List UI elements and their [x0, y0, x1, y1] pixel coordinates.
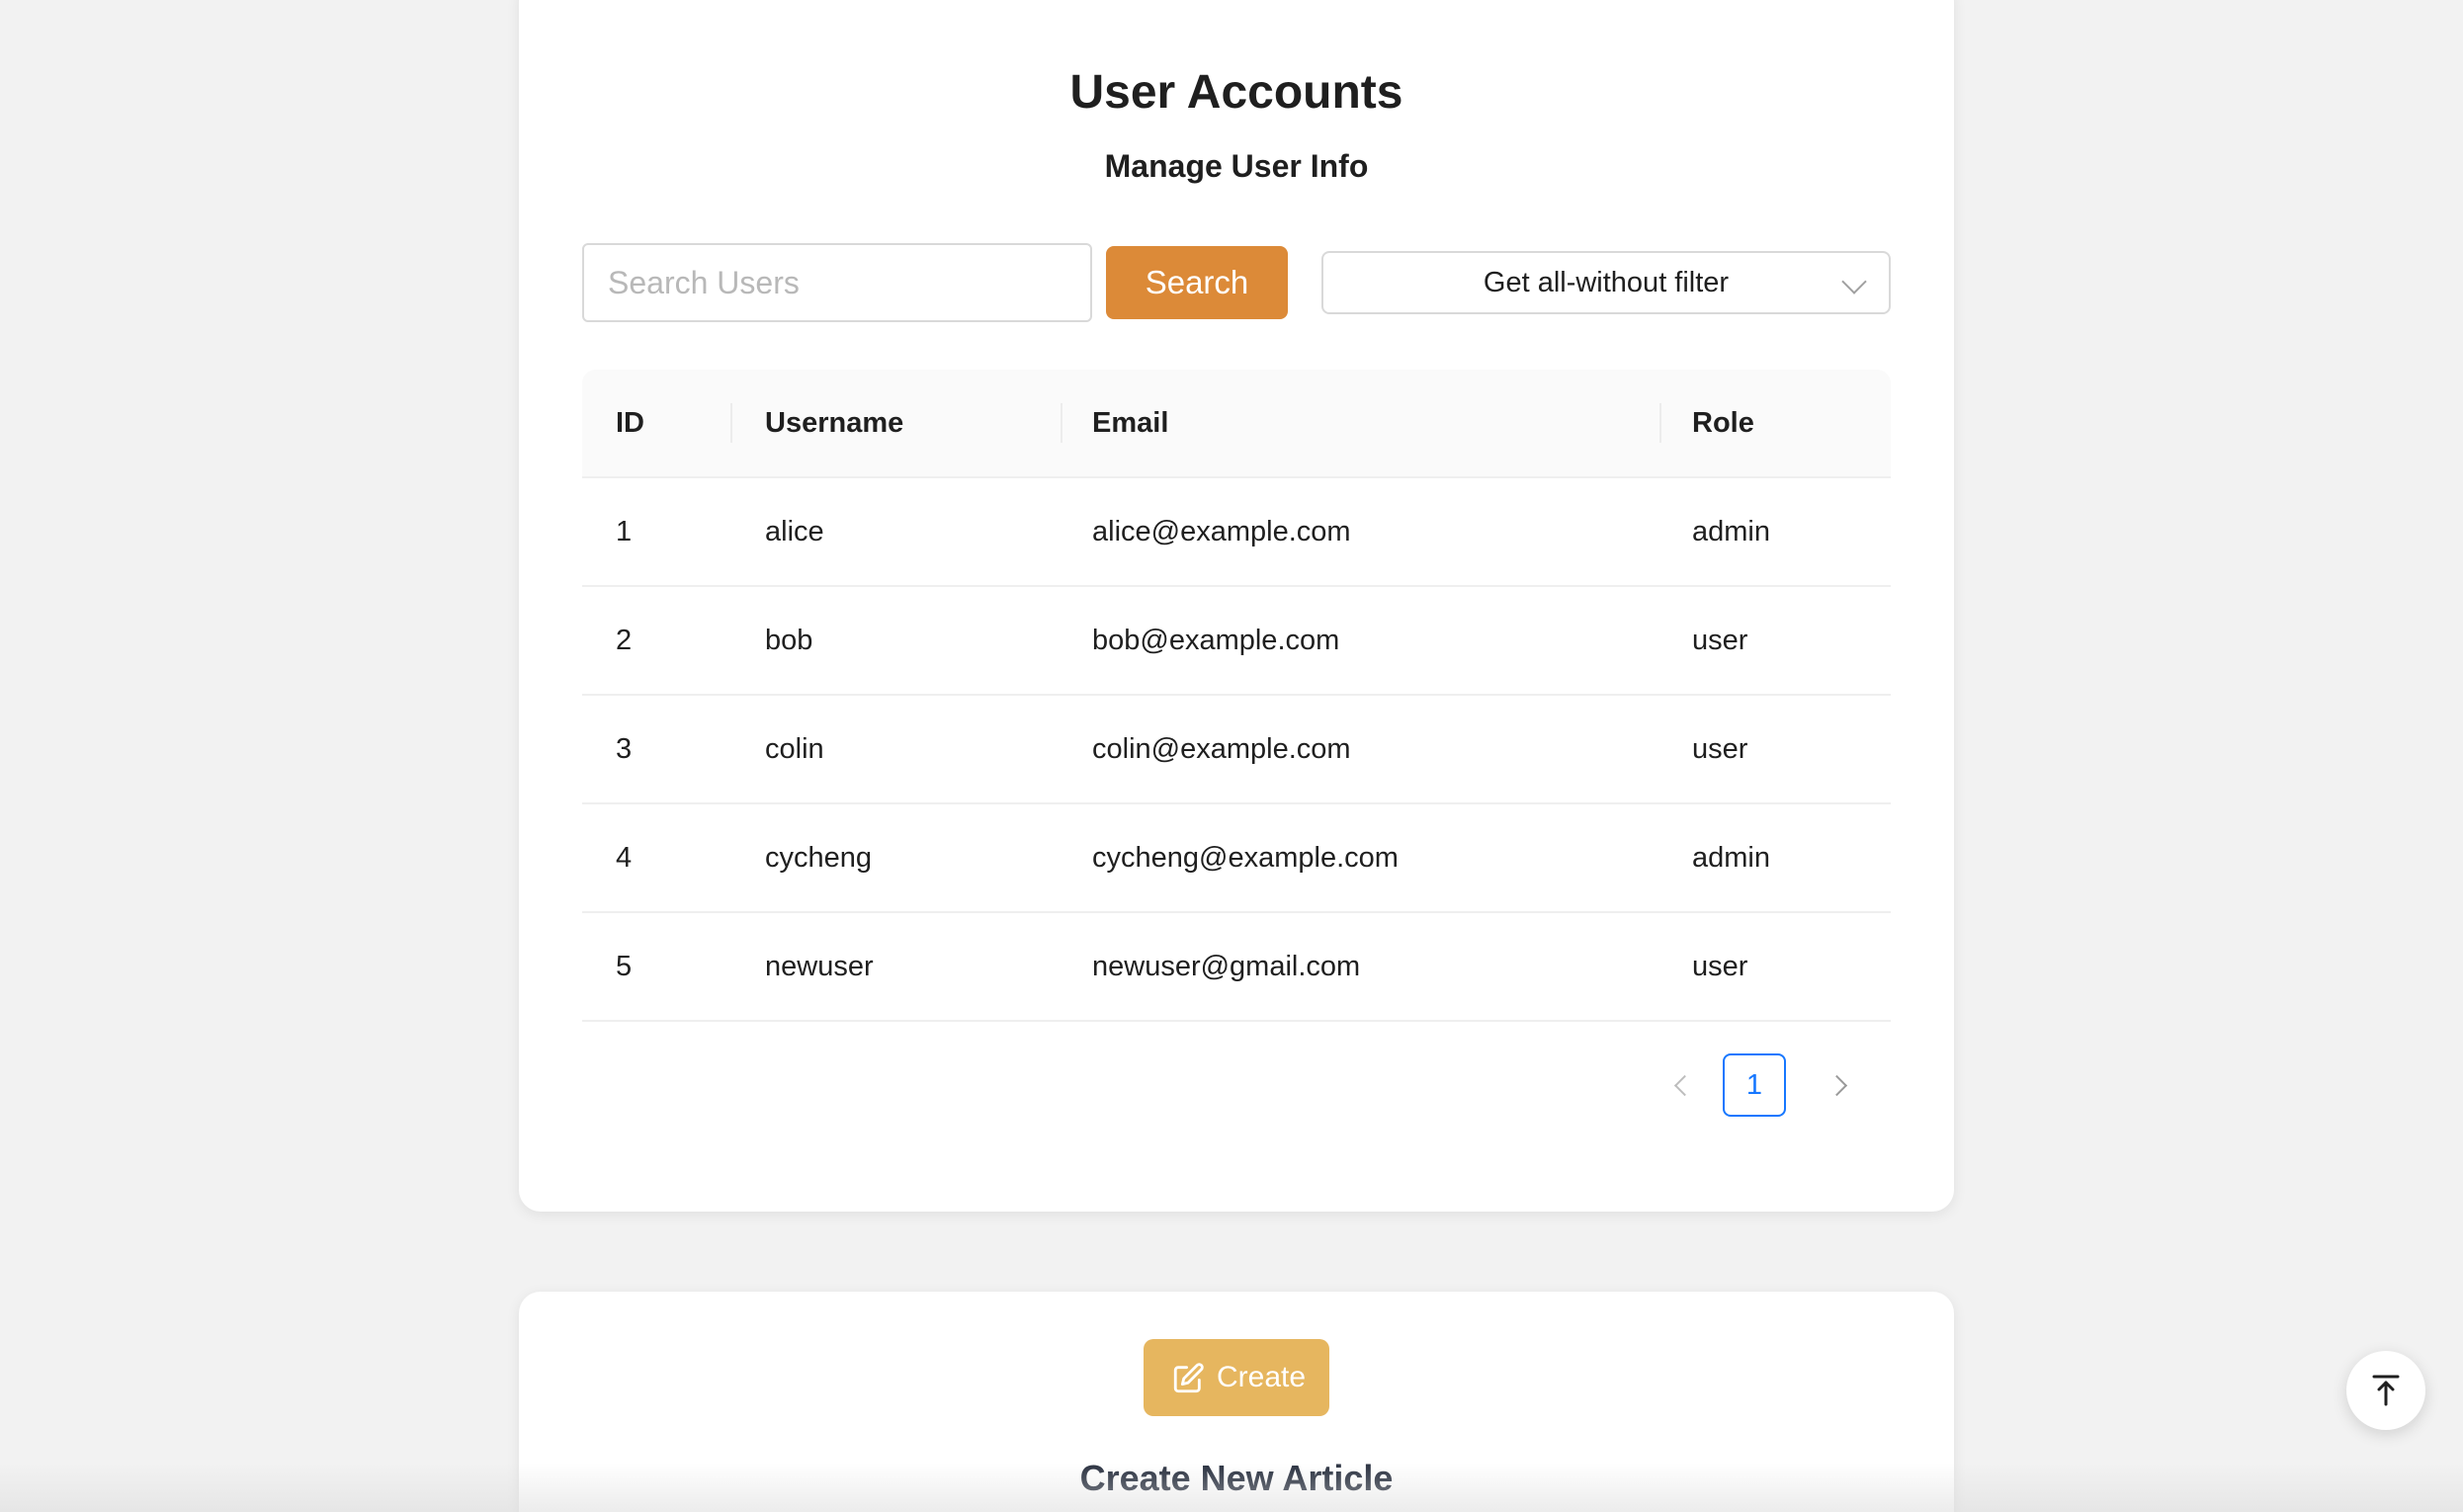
- cell-id: 2: [616, 625, 633, 656]
- user-accounts-card: User Accounts Manage User Info Search Ge…: [519, 0, 1954, 1212]
- column-header-role: Role: [1692, 407, 1754, 439]
- table-row: 1 alice alice@example.com admin: [582, 478, 1891, 587]
- page: User Accounts Manage User Info Search Ge…: [0, 0, 2463, 1512]
- filter-select[interactable]: Get all-without filter: [1321, 251, 1891, 314]
- chevron-right-icon: [1826, 1074, 1848, 1097]
- create-button[interactable]: Create: [1144, 1339, 1329, 1416]
- cell-id: 3: [616, 733, 633, 765]
- cell-email: newuser@gmail.com: [1092, 951, 1361, 982]
- cell-username: bob: [765, 625, 813, 656]
- back-to-top-icon: [2372, 1375, 2400, 1406]
- cell-role: user: [1692, 625, 1748, 656]
- cell-username: colin: [765, 733, 824, 765]
- search-button[interactable]: Search: [1106, 246, 1288, 319]
- pagination-page-1[interactable]: 1: [1723, 1053, 1786, 1117]
- column-divider: [1659, 403, 1661, 443]
- edit-icon: [1173, 1363, 1204, 1393]
- cell-id: 4: [616, 842, 633, 874]
- filter-selected-value: Get all-without filter: [1483, 267, 1730, 298]
- table-row: 2 bob bob@example.com user: [582, 587, 1891, 696]
- create-article-title: Create New Article: [1079, 1458, 1394, 1498]
- table-header: ID Username Email Role: [582, 370, 1891, 478]
- page-title: User Accounts: [1069, 66, 1403, 119]
- column-divider: [1061, 403, 1062, 443]
- cell-email: alice@example.com: [1092, 516, 1351, 547]
- table-row: 5 newuser newuser@gmail.com user: [582, 913, 1891, 1022]
- table-row: 3 colin colin@example.com user: [582, 696, 1891, 804]
- back-to-top-button[interactable]: [2346, 1351, 2425, 1430]
- pagination-prev-button[interactable]: [1663, 1053, 1703, 1117]
- pagination-next-button[interactable]: [1822, 1053, 1861, 1117]
- cell-email: bob@example.com: [1092, 625, 1340, 656]
- table-row: 4 cycheng cycheng@example.com admin: [582, 804, 1891, 913]
- cell-email: colin@example.com: [1092, 733, 1351, 765]
- cell-username: alice: [765, 516, 824, 547]
- users-table: ID Username Email Role 1 alice alice@exa…: [582, 370, 1891, 1022]
- column-header-username: Username: [765, 407, 904, 439]
- create-button-label: Create: [1217, 1361, 1307, 1393]
- cell-role: admin: [1692, 842, 1770, 874]
- cell-email: cycheng@example.com: [1092, 842, 1399, 874]
- column-divider: [730, 403, 732, 443]
- page-subtitle: Manage User Info: [1104, 148, 1369, 184]
- pagination: 1: [1663, 1053, 1891, 1117]
- cell-role: user: [1692, 733, 1748, 765]
- column-header-id: ID: [616, 407, 644, 439]
- cell-id: 5: [616, 951, 633, 982]
- cell-id: 1: [616, 516, 633, 547]
- search-input[interactable]: [582, 243, 1092, 322]
- column-header-email: Email: [1092, 407, 1169, 439]
- chevron-left-icon: [1673, 1074, 1696, 1097]
- cell-role: admin: [1692, 516, 1770, 547]
- cell-role: user: [1692, 951, 1748, 982]
- cell-username: cycheng: [765, 842, 873, 874]
- create-article-card: Create Create New Article: [519, 1292, 1954, 1512]
- cell-username: newuser: [765, 951, 874, 982]
